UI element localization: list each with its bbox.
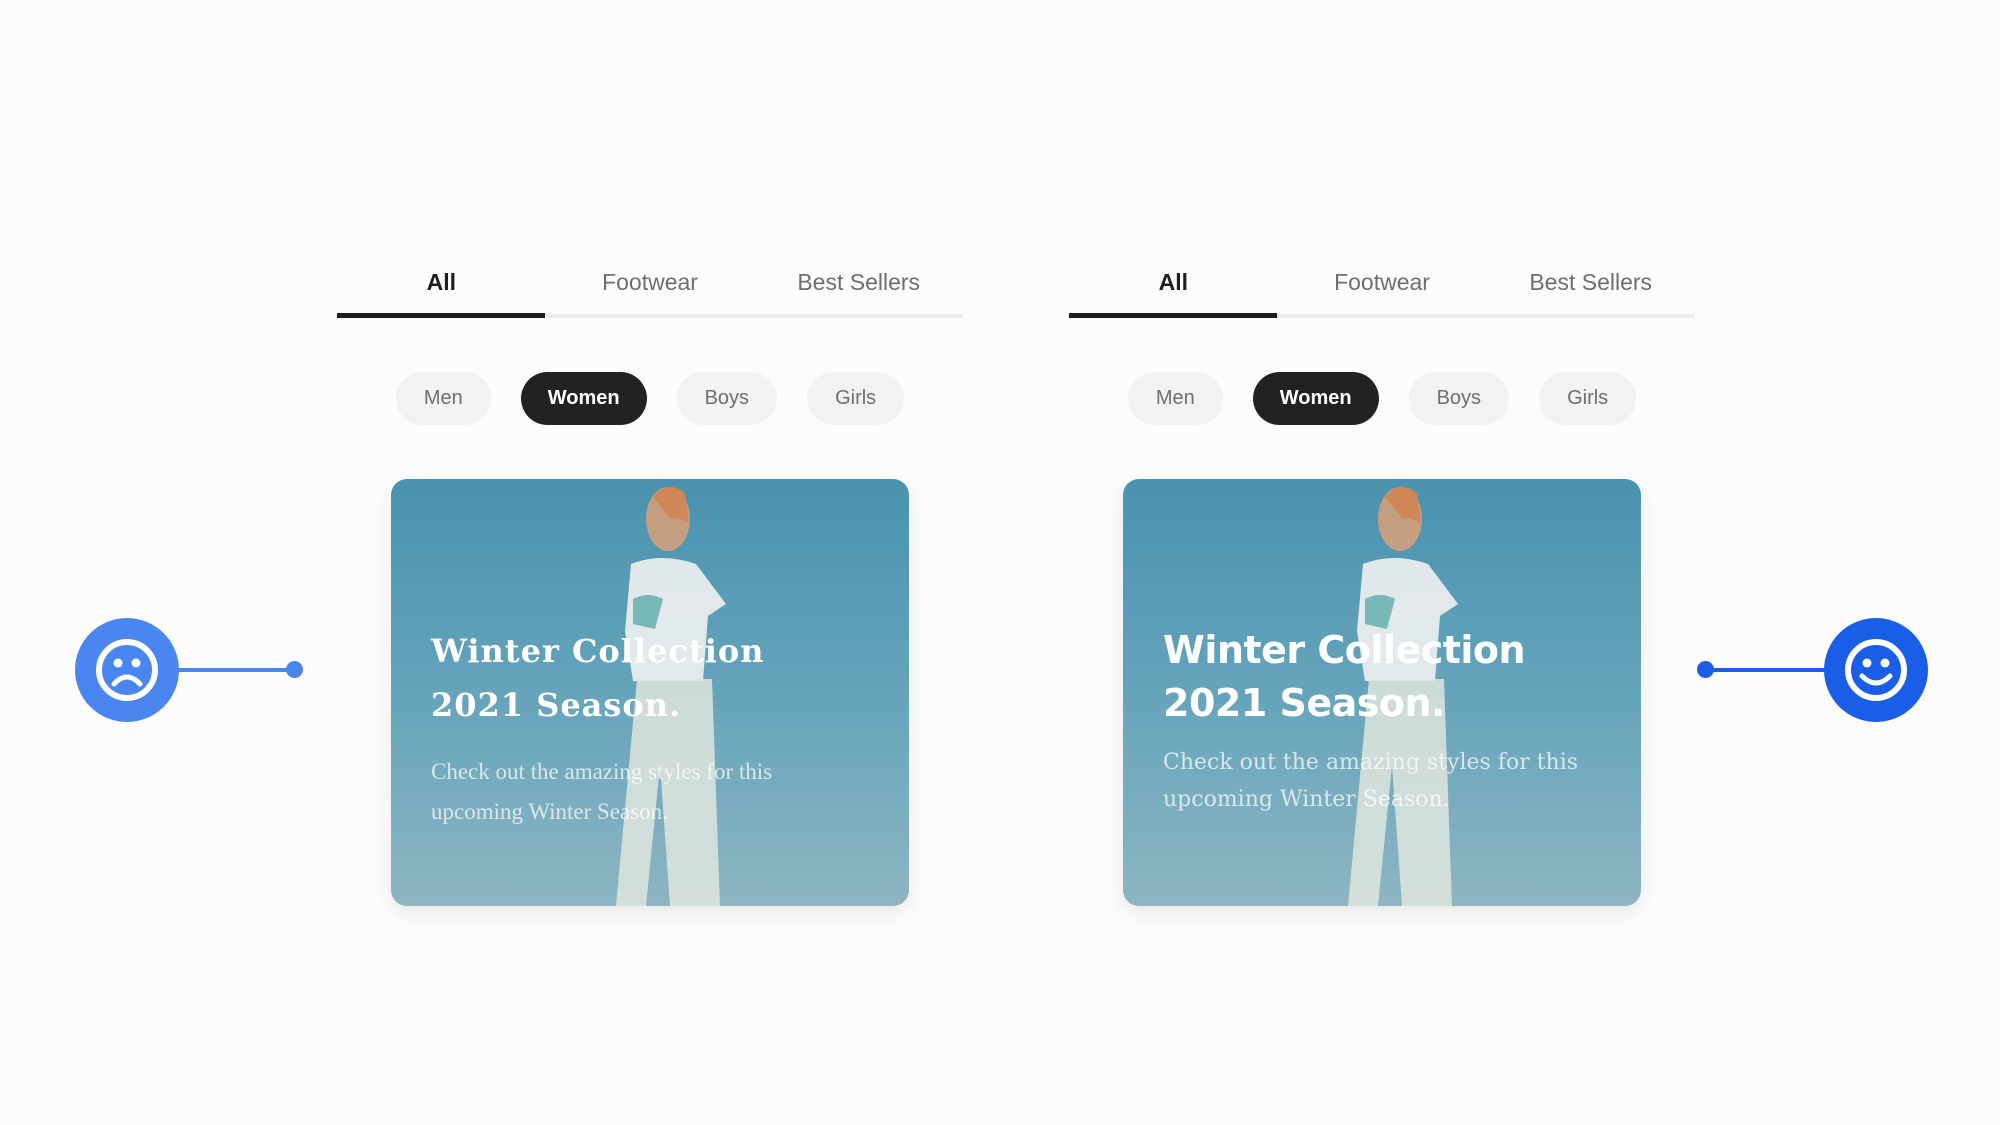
card-title: Winter Collection 2021 Season.	[1163, 624, 1601, 730]
sad-face-badge	[75, 618, 179, 722]
variant-right: All Footwear Best Sellers Men Women Boys…	[1069, 250, 1695, 906]
card-text: Winter Collection 2021 Season. Check out…	[431, 624, 869, 832]
category-tabs: All Footwear Best Sellers	[337, 250, 963, 318]
card-title-line-2: 2021 Season.	[1163, 681, 1446, 725]
tab-best-sellers[interactable]: Best Sellers	[754, 250, 963, 318]
tab-footwear[interactable]: Footwear	[546, 250, 755, 318]
sad-connector-line	[176, 668, 294, 672]
tab-all[interactable]: All	[337, 250, 546, 318]
pill-men[interactable]: Men	[1127, 372, 1223, 425]
audience-filter: Men Women Boys Girls	[1069, 372, 1695, 425]
pill-girls[interactable]: Girls	[807, 372, 905, 425]
card-subtitle: Check out the amazing styles for this up…	[1163, 750, 1579, 812]
pill-boys[interactable]: Boys	[1408, 372, 1510, 425]
card-title-line-1: Winter Collection	[1163, 628, 1526, 672]
card-title-line-1: Winter Collection	[431, 632, 765, 670]
tab-footwear[interactable]: Footwear	[1278, 250, 1487, 318]
variant-left: All Footwear Best Sellers Men Women Boys…	[337, 250, 963, 906]
pill-women[interactable]: Women	[1252, 372, 1379, 425]
tab-track	[337, 313, 963, 318]
happy-connector-dot	[1697, 661, 1714, 678]
card-title-line-2: 2021 Season.	[431, 686, 682, 724]
pill-women[interactable]: Women	[520, 372, 647, 425]
active-tab-indicator	[1069, 313, 1278, 318]
tab-all[interactable]: All	[1069, 250, 1278, 318]
promo-card[interactable]: Winter Collection 2021 Season. Check out…	[391, 479, 909, 906]
pill-men[interactable]: Men	[395, 372, 491, 425]
tab-best-sellers[interactable]: Best Sellers	[1486, 250, 1695, 318]
tab-track	[1069, 313, 1695, 318]
category-tabs: All Footwear Best Sellers	[1069, 250, 1695, 318]
sad-connector-dot	[286, 661, 303, 678]
card-text: Winter Collection 2021 Season. Check out…	[1163, 624, 1601, 818]
card-title: Winter Collection 2021 Season.	[431, 624, 869, 732]
audience-filter: Men Women Boys Girls	[337, 372, 963, 425]
happy-face-icon	[1845, 639, 1907, 701]
happy-face-badge	[1824, 618, 1928, 722]
card-subtitle: Check out the amazing styles for this up…	[431, 759, 773, 824]
pill-boys[interactable]: Boys	[676, 372, 778, 425]
promo-card[interactable]: Winter Collection 2021 Season. Check out…	[1123, 479, 1641, 906]
active-tab-indicator	[337, 313, 546, 318]
sad-face-icon	[96, 639, 158, 701]
pill-girls[interactable]: Girls	[1539, 372, 1637, 425]
happy-connector-line	[1706, 668, 1826, 672]
